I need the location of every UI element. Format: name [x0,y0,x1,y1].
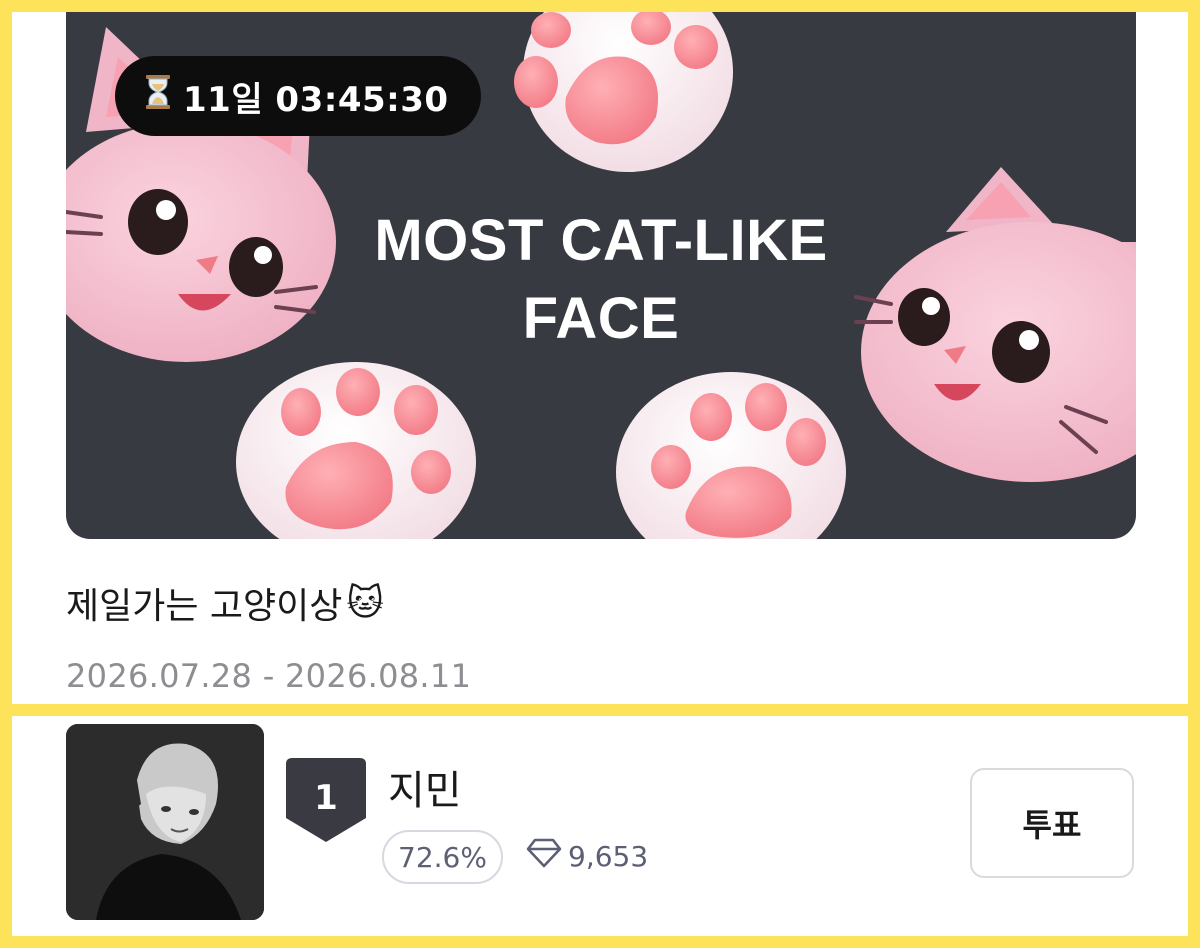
countdown-timer: 11일 03:45:30 [115,56,481,136]
vote-count: 9,653 [526,838,648,875]
hourglass-icon [145,74,171,118]
rank-badge: 1 [286,758,366,842]
vote-count-text: 9,653 [568,840,649,873]
paw-bottom-left [236,362,476,539]
banner-title-line-2: FACE [522,286,680,351]
vote-percent-badge: 72.6% [382,830,503,884]
artist-name: 지민 [388,768,462,814]
event-title-text: 제일가는 고양이상 [66,586,343,627]
cat-face-emoji: 🐱 [346,582,384,624]
avatar-photo [66,724,264,920]
paw-bottom-right [616,372,846,539]
countdown-text: 11일 03:45:30 [183,79,449,120]
event-title: 제일가는 고양이상 🐱 [66,577,384,629]
vote-button[interactable]: 투표 [970,768,1134,878]
avatar[interactable] [66,724,264,920]
ranking-card: 1 지민 72.6% 9,653 투표 [12,716,1188,936]
vote-percent: 72.6% [398,840,487,874]
event-card: 11일 03:45:30 MOST CAT-LIKE FACE 제일가는 고양이… [12,12,1188,704]
event-dates: 2026.07.28 - 2026.08.11 [66,657,472,695]
event-banner[interactable]: 11일 03:45:30 MOST CAT-LIKE FACE [66,12,1136,539]
diamond-icon [526,838,562,875]
rank-number: 1 [314,778,338,818]
paw-top [514,12,733,172]
banner-title-line-1: MOST CAT-LIKE [374,208,828,273]
banner-title: MOST CAT-LIKE FACE [66,202,1136,358]
